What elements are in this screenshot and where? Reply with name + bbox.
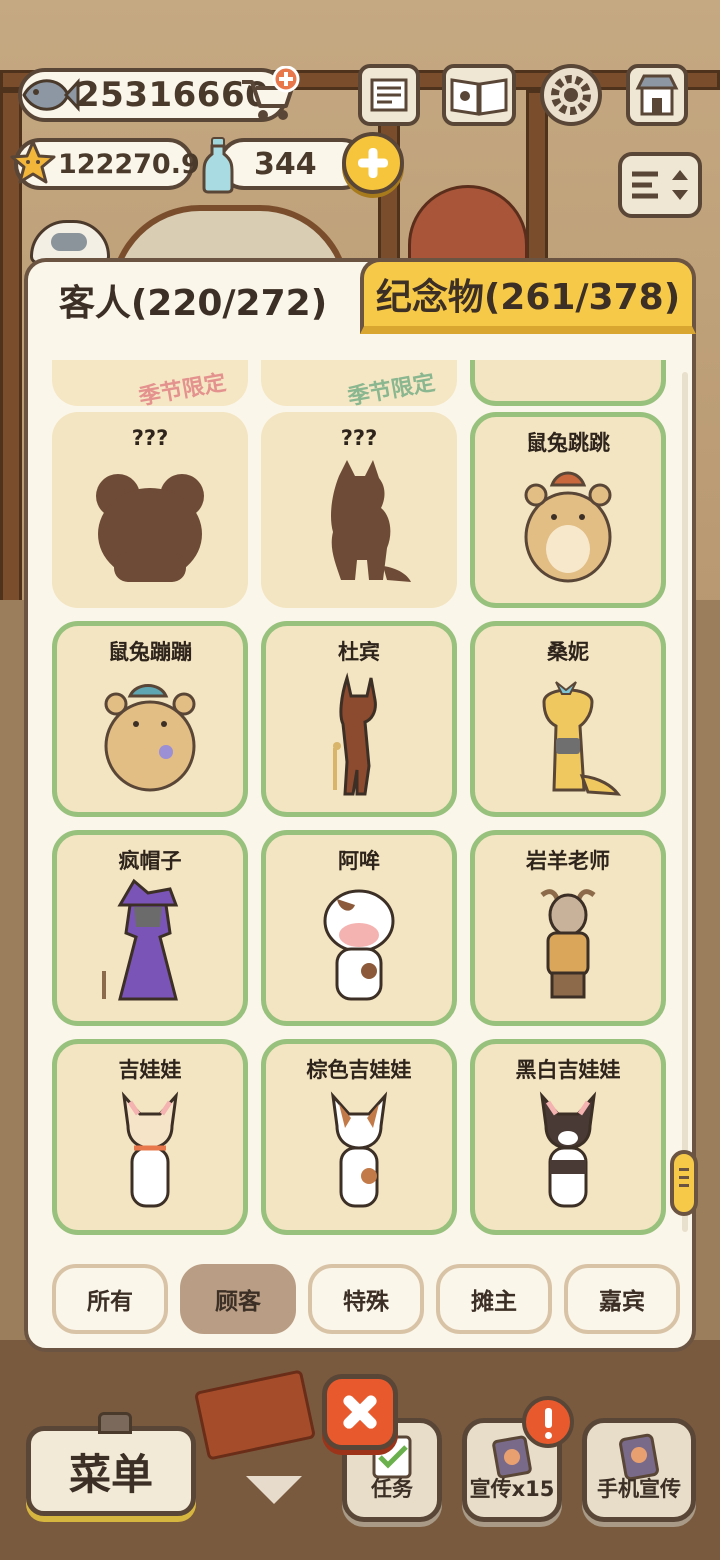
hamster-hat-icon [524, 471, 612, 583]
promotion-label: 宣传x15 [469, 1477, 555, 1501]
seasonal-stamp: 季节限定 [345, 370, 437, 411]
doberman-icon [333, 672, 377, 796]
guest-name: 吉娃娃 [118, 1058, 182, 1082]
gecko-icon [542, 681, 622, 796]
guest-card-locked[interactable]: ??? [261, 412, 457, 608]
guest-name: ??? [131, 426, 169, 450]
clipboard-clip-icon [98, 1412, 132, 1434]
fish-icon [22, 78, 80, 112]
guest-card-partial[interactable]: 季节限定 [52, 360, 248, 410]
guest-name: 鼠兔跳跳 [526, 431, 610, 455]
bottle-count: 344 [254, 146, 317, 182]
tasks-label: 任务 [371, 1477, 413, 1501]
goat-icon [540, 889, 596, 999]
guest-card[interactable]: 吉娃娃 [52, 1039, 248, 1235]
menu-button[interactable]: 菜单 [26, 1426, 196, 1516]
guest-grid: 季节限定 季节限定 ??? ??? 鼠兔跳跳 鼠兔蹦蹦 杜宾 桑妮 疯帽子 阿哞… [34, 360, 684, 1250]
guest-card[interactable]: 鼠兔蹦蹦 [52, 621, 248, 817]
guest-card[interactable]: 岩羊老师 [470, 830, 666, 1026]
guest-name: 棕色吉娃娃 [306, 1058, 412, 1082]
bottle-icon [202, 137, 234, 194]
wolf-silhouette-icon [331, 460, 411, 582]
guest-name: 杜宾 [338, 640, 380, 664]
guest-name: 阿哞 [338, 849, 380, 873]
shop-icon[interactable] [626, 64, 688, 126]
scrollbar-handle[interactable] [670, 1150, 698, 1216]
guest-name: 黑白吉娃娃 [515, 1058, 621, 1082]
bear-silhouette-icon [96, 474, 204, 582]
add-bottles-button[interactable] [342, 132, 404, 194]
filter-guests[interactable]: 嘉宾 [564, 1264, 680, 1334]
guest-card[interactable]: 杜宾 [261, 621, 457, 817]
star-rating: 122270.9 [58, 148, 200, 180]
chevron-down-icon[interactable] [246, 1476, 302, 1504]
guest-card[interactable]: 阿哞 [261, 830, 457, 1026]
guest-name: ??? [340, 426, 378, 450]
wolf-purple-hat-icon [102, 878, 179, 1001]
filter-vendors[interactable]: 摊主 [436, 1264, 552, 1334]
guest-card-partial[interactable]: 季节限定 [261, 360, 457, 410]
guest-card-locked[interactable]: ??? [52, 412, 248, 608]
newspaper-icon[interactable] [358, 64, 420, 126]
cow-icon [323, 889, 395, 1001]
guest-name: 桑妮 [547, 640, 589, 664]
filter-special[interactable]: 特殊 [308, 1264, 424, 1334]
star-icon [10, 140, 56, 184]
shopping-cart-add-icon[interactable] [238, 66, 300, 124]
guest-name: 岩羊老师 [526, 849, 610, 873]
chihuahua-brown-icon [330, 1091, 388, 1208]
scrollbar-track[interactable] [682, 372, 688, 1232]
filter-customers[interactable]: 顾客 [180, 1264, 296, 1334]
chihuahua-black-icon [539, 1091, 597, 1208]
alert-badge-icon [522, 1396, 574, 1448]
phone-promotion-label: 手机宣传 [597, 1477, 681, 1501]
filter-all[interactable]: 所有 [52, 1264, 168, 1334]
guest-card[interactable]: 疯帽子 [52, 830, 248, 1026]
tab-guests[interactable]: 客人(220/272) [28, 262, 358, 338]
settings-gear-icon[interactable] [540, 64, 602, 126]
guest-card[interactable]: 鼠兔跳跳 [470, 412, 666, 608]
tab-souvenirs[interactable]: 纪念物(261/378) [360, 258, 696, 334]
guest-name: 疯帽子 [118, 849, 182, 873]
chihuahua-icon [121, 1091, 179, 1208]
guest-name: 鼠兔蹦蹦 [108, 640, 192, 664]
paw-book-icon[interactable] [442, 64, 516, 126]
sort-toggle-icon[interactable] [618, 152, 702, 218]
guest-card[interactable]: 桑妮 [470, 621, 666, 817]
close-button[interactable] [322, 1374, 398, 1450]
seasonal-stamp: 季节限定 [136, 370, 228, 411]
guest-card[interactable]: 棕色吉娃娃 [261, 1039, 457, 1235]
phone-promotion-button[interactable]: 手机宣传 [582, 1418, 696, 1522]
hamster-cap-icon [104, 684, 196, 792]
guest-card-partial[interactable] [470, 360, 666, 406]
guest-card[interactable]: 黑白吉娃娃 [470, 1039, 666, 1235]
